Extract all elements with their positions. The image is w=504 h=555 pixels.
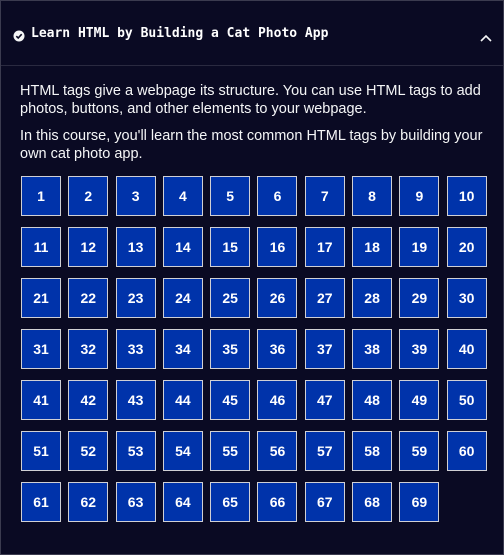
step-link[interactable]: 12 (68, 227, 109, 267)
intro-paragraph: In this course, you'll learn the most co… (20, 128, 483, 162)
step-link[interactable]: 2 (68, 176, 109, 216)
step-link[interactable]: 22 (68, 278, 109, 318)
step-link[interactable]: 34 (162, 329, 203, 369)
step-link[interactable]: 46 (257, 380, 298, 420)
step-link[interactable]: 4 (162, 176, 203, 216)
step-link[interactable]: 11 (21, 227, 61, 267)
step-link[interactable]: 32 (68, 329, 109, 369)
step-link[interactable]: 26 (257, 278, 298, 318)
step-link[interactable]: 69 (399, 482, 440, 522)
step-link[interactable]: 31 (21, 329, 61, 369)
step-link[interactable]: 14 (162, 227, 203, 267)
step-link[interactable]: 66 (257, 482, 298, 522)
step-link[interactable]: 1 (21, 176, 61, 216)
intro-paragraph: HTML tags give a webpage its structure. … (20, 83, 481, 117)
step-link[interactable]: 42 (68, 380, 109, 420)
step-link[interactable]: 19 (399, 227, 440, 267)
step-link[interactable]: 6 (257, 176, 298, 216)
step-link[interactable]: 60 (446, 431, 487, 471)
step-link[interactable]: 68 (352, 482, 393, 522)
step-link[interactable]: 48 (352, 380, 393, 420)
superblock-header[interactable]: Learn HTML by Building a Cat Photo App (1, 1, 503, 66)
step-link[interactable]: 51 (21, 431, 61, 471)
step-link[interactable]: 45 (210, 380, 251, 420)
chevron-up-icon[interactable] (479, 28, 493, 42)
step-link[interactable]: 62 (68, 482, 109, 522)
step-link[interactable]: 40 (446, 329, 487, 369)
step-link[interactable]: 64 (162, 482, 203, 522)
step-link[interactable]: 3 (115, 176, 156, 216)
step-link[interactable]: 38 (352, 329, 393, 369)
step-link[interactable]: 10 (446, 176, 487, 216)
step-link[interactable]: 28 (352, 278, 393, 318)
step-link[interactable]: 52 (68, 431, 109, 471)
step-link[interactable]: 8 (352, 176, 393, 216)
step-link[interactable]: 18 (352, 227, 393, 267)
step-link[interactable]: 25 (210, 278, 251, 318)
step-link[interactable]: 50 (446, 380, 487, 420)
step-link[interactable]: 67 (304, 482, 345, 522)
step-link[interactable]: 63 (115, 482, 156, 522)
step-link[interactable]: 61 (21, 482, 61, 522)
step-link[interactable]: 9 (399, 176, 440, 216)
step-link[interactable]: 17 (304, 227, 345, 267)
step-link[interactable]: 30 (446, 278, 487, 318)
step-link[interactable]: 13 (115, 227, 156, 267)
step-link[interactable]: 20 (446, 227, 487, 267)
step-link[interactable]: 16 (257, 227, 298, 267)
step-link[interactable]: 29 (399, 278, 440, 318)
step-link[interactable]: 58 (352, 431, 393, 471)
step-link[interactable]: 59 (399, 431, 440, 471)
step-link[interactable]: 15 (210, 227, 251, 267)
step-link[interactable]: 49 (399, 380, 440, 420)
step-link[interactable]: 43 (115, 380, 156, 420)
step-link[interactable]: 21 (21, 278, 61, 318)
step-grid: 1 2 3 4 5 6 7 8 9 10 11 12 13 14 15 16 17 18 19 20 21 22 23 24 2… (21, 176, 489, 522)
block-title: Learn HTML by Building a Cat Photo App (31, 25, 329, 41)
step-link[interactable]: 35 (210, 329, 251, 369)
step-link[interactable]: 39 (399, 329, 440, 369)
step-link[interactable]: 65 (210, 482, 251, 522)
step-link[interactable]: 55 (210, 431, 251, 471)
step-link[interactable]: 36 (257, 329, 298, 369)
step-link[interactable]: 53 (115, 431, 156, 471)
step-link[interactable]: 5 (210, 176, 251, 216)
superblock-panel: Learn HTML by Building a Cat Photo App H… (0, 0, 504, 555)
check-circle-icon (13, 27, 25, 42)
step-link[interactable]: 54 (162, 431, 203, 471)
step-link[interactable]: 47 (304, 380, 345, 420)
step-link[interactable]: 23 (115, 278, 156, 318)
step-link[interactable]: 41 (21, 380, 61, 420)
step-link[interactable]: 57 (304, 431, 345, 471)
step-link[interactable]: 37 (304, 329, 345, 369)
step-link[interactable]: 24 (162, 278, 203, 318)
step-link[interactable]: 33 (115, 329, 156, 369)
step-link[interactable]: 44 (162, 380, 203, 420)
step-link[interactable]: 56 (257, 431, 298, 471)
step-link[interactable]: 7 (304, 176, 345, 216)
step-link[interactable]: 27 (304, 278, 345, 318)
